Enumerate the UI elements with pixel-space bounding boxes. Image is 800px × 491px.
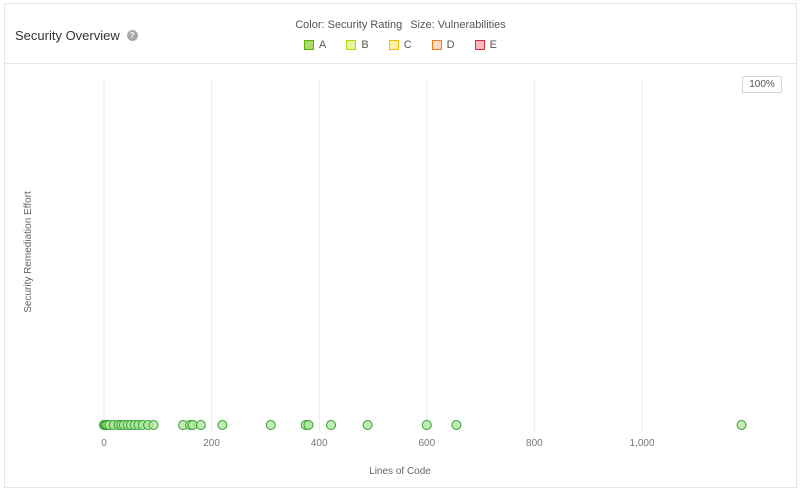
chart-point[interactable]	[217, 420, 228, 430]
chart-grid	[103, 80, 643, 432]
x-tick-label: 400	[311, 438, 328, 449]
bubble-chart: 0 200 400 600 800 1,000 Lines of Code Securit…	[23, 80, 747, 477]
x-axis-ticks: 0 200 400 600 800 1,000	[101, 438, 655, 449]
chart-point[interactable]	[265, 420, 276, 430]
chart-points	[99, 420, 747, 430]
chart-point[interactable]	[303, 420, 314, 430]
x-tick-label: 200	[203, 438, 220, 449]
chart-point[interactable]	[362, 420, 373, 430]
chart-point[interactable]	[326, 420, 337, 430]
x-tick-label: 600	[418, 438, 435, 449]
chart-point[interactable]	[736, 420, 747, 430]
x-tick-label: 800	[526, 438, 543, 449]
chart-point[interactable]	[451, 420, 462, 430]
x-tick-label: 0	[101, 438, 107, 449]
x-tick-label: 1,000	[629, 438, 654, 449]
chart-point[interactable]	[148, 420, 159, 430]
chart-point[interactable]	[421, 420, 432, 430]
x-axis-label: Lines of Code	[369, 466, 431, 477]
chart-point[interactable]	[195, 420, 206, 430]
y-axis-label: Security Remediation Effort	[23, 191, 34, 313]
